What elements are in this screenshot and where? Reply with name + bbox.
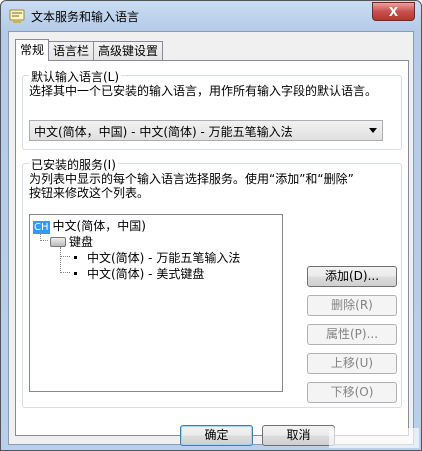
- tab-language-bar[interactable]: 语言栏: [48, 41, 95, 61]
- installed-services-tree[interactable]: CH 中文(简体，中国) 键盘 中文(简体) - 万能五笔输入法 中文(简体) -…: [29, 214, 283, 392]
- text-services-icon: [9, 9, 25, 23]
- bullet-icon: [74, 272, 77, 275]
- bullet-icon: [74, 256, 77, 259]
- tree-service-label: 中文(简体) - 美式键盘: [87, 267, 205, 281]
- tree-item-language[interactable]: CH 中文(简体，中国): [33, 217, 146, 234]
- tab-panel-general: 默认输入语言(L) 选择其中一个已安装的输入语言，用作所有输入字段的默认语言。 …: [15, 60, 409, 436]
- move-down-button[interactable]: 下移(O): [307, 382, 397, 403]
- tree-item-keyboard[interactable]: 键盘: [50, 233, 93, 250]
- window-title: 文本服务和输入语言: [31, 10, 140, 24]
- dialog-client: 常规 语言栏 高级键设置 默认输入语言(L) 选择其中一个已安装的输入语言，用作…: [8, 31, 414, 446]
- tree-connector: [40, 240, 48, 241]
- close-icon: X: [388, 4, 399, 19]
- default-language-group: 默认输入语言(L) 选择其中一个已安装的输入语言，用作所有输入字段的默认语言。 …: [22, 68, 402, 150]
- tab-advanced-key-settings[interactable]: 高级键设置: [93, 41, 164, 61]
- tree-keyboard-label: 键盘: [69, 235, 94, 249]
- tree-connector: [60, 256, 70, 257]
- default-language-description: 选择其中一个已安装的输入语言，用作所有输入字段的默认语言。: [29, 84, 378, 98]
- keyboard-icon: [50, 237, 66, 247]
- watermark-overlay: [329, 428, 419, 448]
- add-button[interactable]: 添加(D)...: [307, 266, 397, 287]
- chevron-down-icon: [369, 128, 377, 133]
- move-up-button[interactable]: 上移(U): [307, 353, 397, 374]
- tree-item-service[interactable]: 中文(简体) - 万能五笔输入法: [74, 249, 240, 266]
- default-language-value: 中文(简体，中国) - 中文(简体) - 万能五笔输入法: [34, 125, 293, 139]
- tree-connector: [60, 272, 70, 273]
- tab-general[interactable]: 常规: [15, 39, 50, 61]
- close-button[interactable]: X: [372, 2, 415, 21]
- default-language-select[interactable]: 中文(简体，中国) - 中文(简体) - 万能五笔输入法: [29, 120, 383, 141]
- tree-service-label: 中文(简体) - 万能五笔输入法: [87, 251, 241, 265]
- tab-strip: 常规 语言栏 高级键设置: [15, 39, 164, 61]
- installed-services-group-title: 已安装的服务(I): [29, 156, 118, 173]
- installed-services-description-1: 为列表中显示的每个输入语言选择服务。使用“添加”和“删除”: [29, 172, 354, 186]
- dialog-window: 文本服务和输入语言 X 常规 语言栏 高级键设置 默认输入语言(L) 选择其中一…: [0, 0, 422, 451]
- title-bar[interactable]: 文本服务和输入语言 X: [1, 1, 421, 31]
- remove-button[interactable]: 删除(R): [307, 295, 397, 316]
- cancel-button[interactable]: 取消: [262, 425, 335, 446]
- language-badge: CH: [33, 221, 50, 234]
- installed-services-group: 已安装的服务(I) 为列表中显示的每个输入语言选择服务。使用“添加”和“删除” …: [22, 156, 402, 408]
- default-language-group-title: 默认输入语言(L): [29, 68, 122, 85]
- tree-language-label: 中文(简体，中国): [52, 219, 146, 233]
- properties-button[interactable]: 属性(P)...: [307, 324, 397, 345]
- tree-connector: [60, 247, 61, 273]
- ok-button[interactable]: 确定: [180, 425, 253, 446]
- installed-services-description-2: 按钮来修改这个列表。: [29, 186, 150, 200]
- tree-item-service[interactable]: 中文(简体) - 美式键盘: [74, 265, 204, 282]
